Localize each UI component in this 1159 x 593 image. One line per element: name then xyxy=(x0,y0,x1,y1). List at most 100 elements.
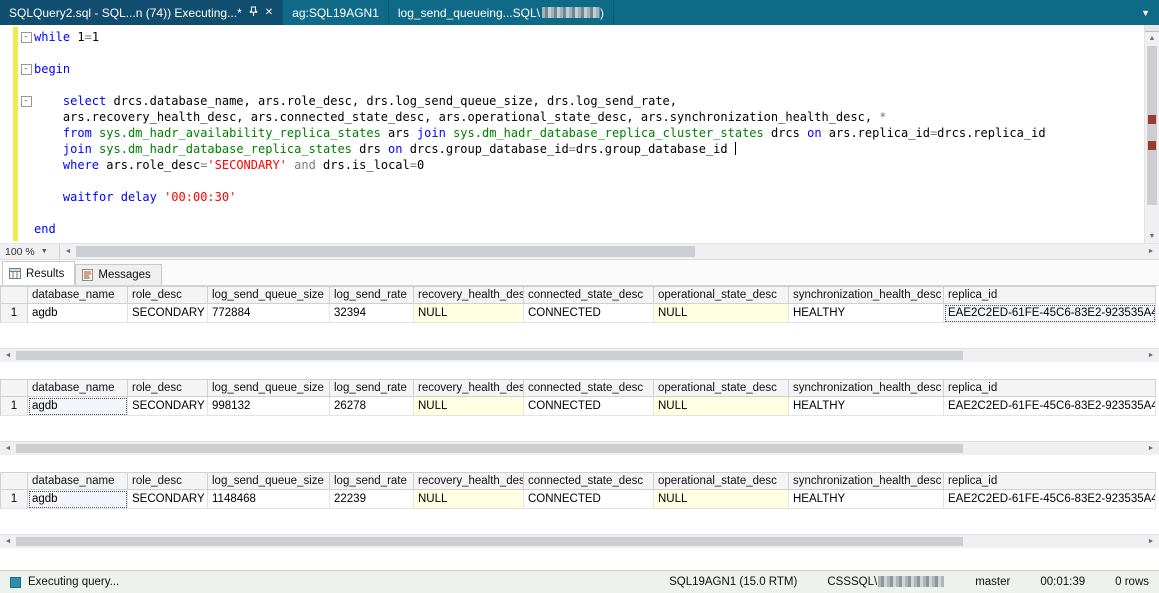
column-header-operational_state_desc[interactable]: operational_state_desc xyxy=(654,286,789,304)
grid-cell-role_desc[interactable]: SECONDARY xyxy=(128,304,208,323)
row-header[interactable]: 1 xyxy=(0,397,28,416)
grid-cell-log_send_rate[interactable]: 32394 xyxy=(330,304,414,323)
column-header-log_send_queue_size[interactable]: log_send_queue_size xyxy=(208,286,330,304)
row-header[interactable]: 1 xyxy=(0,304,28,323)
column-header-recovery_health_desc[interactable]: recovery_health_desc xyxy=(414,286,524,304)
zoom-control[interactable]: 100 % ▼ xyxy=(0,244,60,259)
code-line[interactable]: - select drcs.database_name, ars.role_de… xyxy=(18,93,1144,109)
column-header-database_name[interactable]: database_name xyxy=(28,472,128,490)
column-header-log_send_queue_size[interactable]: log_send_queue_size xyxy=(208,379,330,397)
close-icon[interactable]: ✕ xyxy=(265,7,273,18)
grid-horizontal-scrollbar[interactable]: ◄ ► xyxy=(0,348,1159,362)
grid-cell-log_send_rate[interactable]: 26278 xyxy=(330,397,414,416)
code-line[interactable]: ars.recovery_health_desc, ars.connected_… xyxy=(18,109,1144,125)
scrollbar-track[interactable] xyxy=(16,349,1143,362)
scroll-left-arrow[interactable]: ◄ xyxy=(0,442,16,455)
scrollbar-track[interactable] xyxy=(76,244,1143,259)
column-header-replica_id[interactable]: replica_id xyxy=(944,286,1156,304)
code-line[interactable]: from sys.dm_hadr_availability_replica_st… xyxy=(18,125,1144,141)
grid-horizontal-scrollbar[interactable]: ◄ ► xyxy=(0,534,1159,548)
tab-log-send-queueing[interactable]: log_send_queueing...SQL\) xyxy=(389,0,614,25)
code-line[interactable] xyxy=(18,205,1144,221)
column-header-connected_state_desc[interactable]: connected_state_desc xyxy=(524,286,654,304)
editor-split-handle[interactable] xyxy=(1145,25,1159,32)
column-header-log_send_rate[interactable]: log_send_rate xyxy=(330,286,414,304)
code-line[interactable]: end xyxy=(18,221,1144,237)
grid-cell-replica_id[interactable]: EAE2C2ED-61FE-45C6-83E2-923535A4E34 xyxy=(944,490,1156,509)
grid-corner-cell[interactable] xyxy=(0,472,28,490)
grid-cell-database_name[interactable]: agdb xyxy=(28,490,128,509)
scroll-right-arrow[interactable]: ► xyxy=(1143,442,1159,455)
column-header-log_send_rate[interactable]: log_send_rate xyxy=(330,472,414,490)
grid-cell-recovery_health_desc[interactable]: NULL xyxy=(414,397,524,416)
grid-cell-connected_state_desc[interactable]: CONNECTED xyxy=(524,397,654,416)
code-area[interactable]: - while 1=1- begin - select drcs.database_n… xyxy=(18,25,1144,243)
fold-collapse-icon[interactable]: - xyxy=(20,63,32,75)
grid-horizontal-scrollbar[interactable]: ◄ ► xyxy=(0,441,1159,455)
fold-collapse-icon[interactable]: - xyxy=(20,31,32,43)
tab-sqlquery2[interactable]: SQLQuery2.sql - SQL...n (74)) Executing.… xyxy=(0,0,284,25)
fold-collapse-icon[interactable]: - xyxy=(18,93,34,109)
column-header-role_desc[interactable]: role_desc xyxy=(128,379,208,397)
grid-cell-operational_state_desc[interactable]: NULL xyxy=(654,304,789,323)
grid-cell-database_name[interactable]: agdb xyxy=(28,397,128,416)
scrollbar-thumb[interactable] xyxy=(16,537,963,546)
code-line[interactable] xyxy=(18,77,1144,93)
scrollbar-thumb[interactable] xyxy=(16,444,963,453)
grid-cell-connected_state_desc[interactable]: CONNECTED xyxy=(524,304,654,323)
column-header-operational_state_desc[interactable]: operational_state_desc xyxy=(654,472,789,490)
column-header-connected_state_desc[interactable]: connected_state_desc xyxy=(524,379,654,397)
grid-corner-cell[interactable] xyxy=(0,286,28,304)
scrollbar-track[interactable] xyxy=(16,535,1143,548)
code-line[interactable] xyxy=(18,173,1144,189)
code-line[interactable]: where ars.role_desc = 'SECONDARY' and drs.… xyxy=(18,157,1144,173)
column-header-role_desc[interactable]: role_desc xyxy=(128,286,208,304)
code-line[interactable]: waitfor delay '00:00:30' xyxy=(18,189,1144,205)
grid-cell-log_send_queue_size[interactable]: 998132 xyxy=(208,397,330,416)
grid-cell-operational_state_desc[interactable]: NULL xyxy=(654,397,789,416)
column-header-database_name[interactable]: database_name xyxy=(28,379,128,397)
column-header-replica_id[interactable]: replica_id xyxy=(944,472,1156,490)
row-header[interactable]: 1 xyxy=(0,490,28,509)
scroll-down-arrow[interactable]: ▼ xyxy=(1145,230,1159,243)
column-header-connected_state_desc[interactable]: connected_state_desc xyxy=(524,472,654,490)
scroll-right-arrow[interactable]: ► xyxy=(1143,349,1159,362)
grid-cell-recovery_health_desc[interactable]: NULL xyxy=(414,304,524,323)
column-header-recovery_health_desc[interactable]: recovery_health_desc xyxy=(414,472,524,490)
tab-list-dropdown-icon[interactable]: ▼ xyxy=(1132,8,1159,18)
fold-collapse-icon[interactable]: - xyxy=(20,95,32,107)
grid-cell-role_desc[interactable]: SECONDARY xyxy=(128,490,208,509)
scroll-left-arrow[interactable]: ◄ xyxy=(0,349,16,362)
grid-cell-log_send_queue_size[interactable]: 1148468 xyxy=(208,490,330,509)
grid-cell-connected_state_desc[interactable]: CONNECTED xyxy=(524,490,654,509)
column-header-synchronization_health_desc[interactable]: synchronization_health_desc xyxy=(789,286,944,304)
grid-cell-operational_state_desc[interactable]: NULL xyxy=(654,490,789,509)
grid-cell-synchronization_health_desc[interactable]: HEALTHY xyxy=(789,397,944,416)
fold-collapse-icon[interactable]: - xyxy=(18,61,34,77)
pin-icon[interactable] xyxy=(249,6,258,20)
grid-cell-recovery_health_desc[interactable]: NULL xyxy=(414,490,524,509)
scrollbar-track[interactable] xyxy=(1145,45,1159,230)
column-header-log_send_rate[interactable]: log_send_rate xyxy=(330,379,414,397)
editor-horizontal-scrollbar[interactable]: ◄ ► xyxy=(60,244,1159,259)
column-header-role_desc[interactable]: role_desc xyxy=(128,472,208,490)
tab-ag-sql19agn1[interactable]: ag:SQL19AGN1 xyxy=(283,0,389,25)
scroll-right-arrow[interactable]: ► xyxy=(1143,535,1159,548)
grid-corner-cell[interactable] xyxy=(0,379,28,397)
scrollbar-track[interactable] xyxy=(16,442,1143,455)
grid-cell-log_send_queue_size[interactable]: 772884 xyxy=(208,304,330,323)
scroll-left-arrow[interactable]: ◄ xyxy=(60,244,76,259)
scrollbar-thumb[interactable] xyxy=(16,351,963,360)
tab-messages[interactable]: Messages xyxy=(75,264,162,285)
grid-cell-role_desc[interactable]: SECONDARY xyxy=(128,397,208,416)
scroll-right-arrow[interactable]: ► xyxy=(1143,244,1159,259)
grid-cell-replica_id[interactable]: EAE2C2ED-61FE-45C6-83E2-923535A4E34 xyxy=(944,304,1156,323)
scrollbar-thumb[interactable] xyxy=(76,246,695,257)
column-header-log_send_queue_size[interactable]: log_send_queue_size xyxy=(208,472,330,490)
fold-collapse-icon[interactable]: - xyxy=(18,29,34,45)
code-line[interactable] xyxy=(18,45,1144,61)
code-line[interactable]: - while 1=1 xyxy=(18,29,1144,45)
grid-cell-log_send_rate[interactable]: 22239 xyxy=(330,490,414,509)
scroll-left-arrow[interactable]: ◄ xyxy=(0,535,16,548)
column-header-replica_id[interactable]: replica_id xyxy=(944,379,1156,397)
